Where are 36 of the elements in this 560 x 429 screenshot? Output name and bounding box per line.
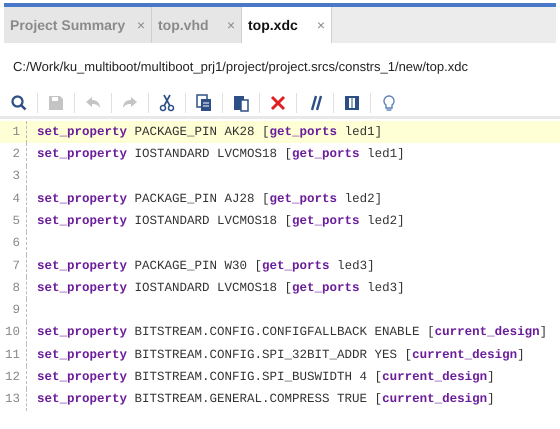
close-tab-button[interactable]: × [128, 14, 145, 36]
line-number: 7 [11, 258, 21, 275]
paste-icon[interactable] [232, 94, 250, 112]
line-number: 11 [4, 346, 21, 364]
delete-icon[interactable] [269, 94, 287, 112]
line-number: 5 [11, 212, 21, 230]
code-line: set_property PACKAGE_PIN AJ28 [get_ports led2] [37, 190, 382, 208]
editor-tab[interactable]: top.xdc × [242, 7, 332, 43]
line-number: 2 [11, 146, 21, 164]
code-line: set_property BITSTREAM.CONFIG.SPI_BUSWIDTH 4 [current_design] [37, 369, 495, 386]
code-line: set_property IOSTANDARD LVCMOS18 [get_ports led2] [37, 212, 405, 230]
close-tab-button[interactable]: × [308, 14, 325, 36]
line-number: 4 [11, 190, 21, 208]
line-number: 1 [11, 124, 21, 141]
line-number: 6 [11, 235, 21, 252]
line-number: 13 [4, 391, 21, 408]
code-line: set_property BITSTREAM.GENERAL.COMPRESS TRUE [current_design] [37, 391, 495, 408]
code-line: set_property PACKAGE_PIN W30 [get_ports led3] [37, 258, 375, 275]
code-line: set_property PACKAGE_PIN AK28 [get_ports led1] [37, 124, 382, 141]
code-line: set_property IOSTANDARD LVCMOS18 [get_ports led3] [37, 280, 405, 297]
line-number: 8 [11, 280, 21, 297]
line-number: 10 [4, 324, 21, 342]
line-number: 9 [11, 302, 21, 320]
line-number: 3 [11, 168, 21, 186]
copy-icon[interactable] [195, 94, 213, 112]
columns-icon[interactable] [343, 94, 361, 112]
code-line: set_property BITSTREAM.CONFIG.CONFIGFALLBACK ENABLE [current_design] [37, 324, 548, 342]
code-line: set_property IOSTANDARD LVCMOS18 [get_ports led1] [37, 146, 405, 164]
editor-tab[interactable]: Project Summary × [4, 7, 152, 43]
file-path: C:/Work/ku_multiboot/multiboot_prj1/project/project.srcs/constrs_1/new/top.xdc [12, 58, 469, 76]
editor-tab[interactable]: top.vhd × [152, 7, 242, 43]
close-tab-button[interactable]: × [218, 14, 235, 36]
line-number: 12 [4, 369, 21, 386]
code-line: set_property BITSTREAM.CONFIG.SPI_32BIT_ADDR YES [current_design] [37, 346, 525, 364]
search-icon[interactable] [10, 94, 28, 112]
scissors-icon[interactable] [158, 94, 176, 112]
